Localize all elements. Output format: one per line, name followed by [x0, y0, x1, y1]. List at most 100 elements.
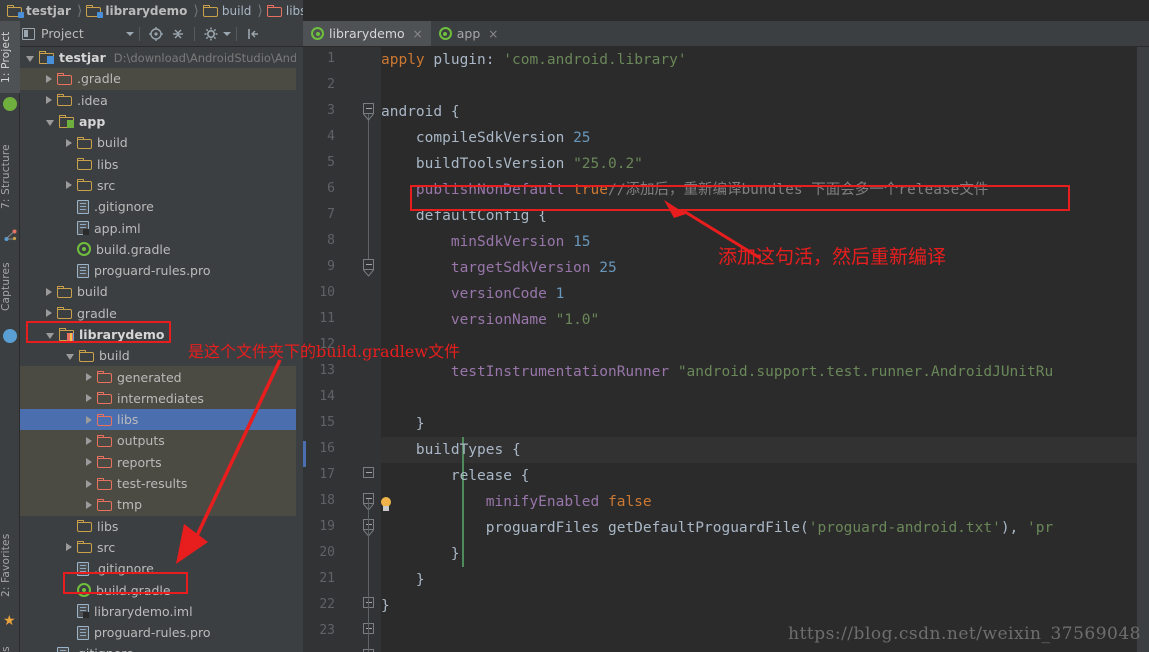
editor-scrollbar[interactable]: [1137, 47, 1149, 652]
close-icon[interactable]: ×: [488, 27, 498, 41]
tree-item-gradle[interactable]: .gradle: [20, 68, 303, 90]
sidebar-item-project[interactable]: 1: Project: [0, 21, 20, 93]
chevron-right-icon[interactable]: [46, 96, 52, 105]
code-token: publishNonDefault: [381, 182, 574, 198]
code-token: 'proguard-android.txt': [808, 520, 1001, 536]
breadcrumb-item-build[interactable]: build: [200, 0, 254, 21]
folder-icon: [77, 158, 92, 171]
fold-toggle-android[interactable]: [363, 103, 374, 114]
fold-end-defaultconfig[interactable]: [363, 467, 374, 478]
tree-item-label: libs: [97, 156, 119, 172]
sidebar-item-events[interactable]: nts: [0, 637, 20, 652]
code-line: release {: [381, 463, 530, 489]
code-token: proguardFiles getDefaultProguardFile(: [381, 520, 809, 536]
collapse-all-icon[interactable]: [169, 25, 187, 43]
line-number: 5: [327, 155, 335, 170]
code-token: android {: [381, 104, 460, 120]
tree-item-idea[interactable]: .idea: [20, 90, 303, 111]
folder-icon: [97, 413, 112, 426]
sidebar-item-favorites[interactable]: 2: Favorites: [0, 521, 20, 609]
tree-item-gitignore[interactable]: .gitignore: [20, 643, 303, 652]
tree-item-gitignore[interactable]: .gitignore: [20, 196, 303, 217]
chevron-right-icon[interactable]: [46, 74, 52, 83]
tree-item-src[interactable]: src: [20, 175, 303, 196]
code-token: buildTypes {: [381, 442, 521, 458]
tab-app[interactable]: app ×: [431, 21, 507, 46]
module-folder-icon: [59, 115, 74, 129]
tree-item-libs[interactable]: libs: [20, 153, 303, 174]
code-token: apply: [381, 52, 434, 68]
tree-item-app-iml[interactable]: app.iml: [20, 217, 303, 238]
chevron-down-icon[interactable]: [66, 353, 74, 360]
tree-item-librarydemo-iml[interactable]: librarydemo.iml: [20, 601, 303, 622]
breadcrumb-label: build: [221, 3, 252, 18]
close-icon[interactable]: ×: [413, 27, 423, 41]
tree-item-build-gradle[interactable]: build.gradle: [20, 239, 303, 260]
chevron-right-icon[interactable]: [86, 394, 92, 403]
folder-icon: [57, 285, 72, 298]
tree-item-label: build: [99, 348, 130, 364]
code-line: minSdkVersion 15: [381, 229, 591, 255]
code-line: testInstrumentationRunner "android.suppo…: [381, 359, 1053, 385]
folder-icon: [77, 520, 92, 533]
chevron-right-icon[interactable]: [86, 373, 92, 382]
breadcrumb-item-testjar[interactable]: testjar: [4, 0, 73, 21]
tree-item-label: outputs: [117, 433, 165, 449]
tree-item-testjar[interactable]: testjar D:\download\AndroidStudio\Andro: [20, 47, 303, 68]
module-folder-icon: [39, 51, 54, 65]
folder-icon: [97, 456, 112, 469]
fold-toggle-defaultconfig[interactable]: [363, 259, 374, 270]
line-number: 6: [327, 181, 335, 196]
chevron-right-icon[interactable]: [46, 287, 52, 296]
line-number: 7: [327, 207, 335, 222]
chevron-down-icon[interactable]: [26, 55, 34, 62]
line-number: 20: [319, 545, 335, 560]
locate-icon[interactable]: [147, 25, 165, 43]
divider: [193, 26, 195, 41]
annotation-arrow-to-code: [664, 200, 761, 260]
captures-icon: [3, 329, 17, 343]
code-token: 'com.android.library': [503, 52, 687, 68]
changed-line-marker: [303, 441, 306, 467]
line-number: 14: [319, 389, 335, 404]
sidebar-item-captures[interactable]: Captures: [0, 249, 20, 325]
tree-item-gradle[interactable]: gradle: [20, 303, 303, 324]
chevron-right-icon[interactable]: [66, 181, 72, 190]
chevron-down-icon[interactable]: [125, 31, 134, 36]
settings-gear-icon[interactable]: [202, 25, 220, 43]
chevron-down-icon[interactable]: [222, 31, 231, 36]
sidebar-item-structure[interactable]: 7: Structure: [0, 131, 20, 223]
chevron-right-icon: ⟩: [257, 2, 263, 19]
chevron-right-icon[interactable]: [86, 415, 92, 424]
breadcrumb-item-libs[interactable]: libs: [264, 0, 309, 21]
breadcrumb-item-librarydemo[interactable]: librarydemo: [83, 0, 189, 21]
line-number: 17: [319, 467, 335, 482]
code-line: apply plugin: 'com.android.library': [381, 47, 687, 73]
hide-panel-icon[interactable]: [244, 25, 262, 43]
tree-item-build[interactable]: build: [20, 281, 303, 302]
tree-item-proguard-rules-pro[interactable]: proguard-rules.pro: [20, 260, 303, 281]
chevron-right-icon[interactable]: [86, 458, 92, 467]
chevron-right-icon[interactable]: [86, 479, 92, 488]
tree-item-build-gradle[interactable]: build.gradle: [20, 579, 303, 600]
folder-icon: [57, 94, 72, 107]
tree-item-proguard-rules-pro[interactable]: proguard-rules.pro: [20, 622, 303, 643]
chevron-right-icon[interactable]: [86, 436, 92, 445]
chevron-right-icon[interactable]: [66, 138, 72, 147]
chevron-right-icon[interactable]: [66, 543, 72, 552]
code-token: buildToolsVersion: [381, 156, 574, 172]
chevron-right-icon[interactable]: [86, 500, 92, 509]
tree-item-build[interactable]: build: [20, 132, 303, 153]
chevron-right-icon: ⟩: [76, 2, 83, 19]
code-token: "android.support.test.runner.AndroidJUni…: [677, 364, 1054, 380]
divider: [235, 26, 237, 41]
code-content[interactable]: apply plugin: 'com.android.library' andro…: [381, 47, 1149, 652]
chevron-right-icon[interactable]: [46, 309, 52, 318]
tree-item-app[interactable]: app: [20, 111, 303, 132]
code-token: 15: [573, 234, 591, 250]
tree-item-label: .idea: [77, 92, 108, 108]
tab-librarydemo[interactable]: librarydemo ×: [303, 21, 431, 46]
chevron-down-icon[interactable]: [46, 119, 54, 126]
line-number: 15: [319, 415, 335, 430]
chevron-down-icon[interactable]: [46, 332, 54, 339]
